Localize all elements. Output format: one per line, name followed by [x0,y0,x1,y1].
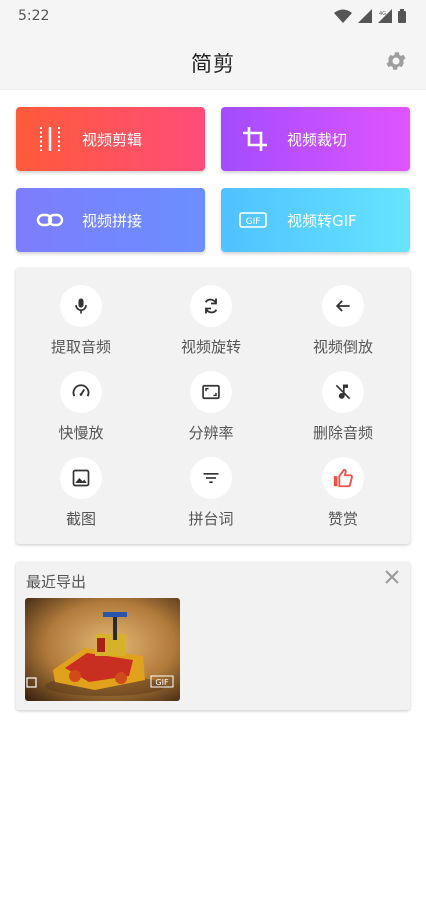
gear-icon[interactable] [384,49,408,73]
video-to-gif-button[interactable]: GIF 视频转GIF [221,188,410,252]
gif-icon: GIF [239,212,267,228]
aspect-ratio-icon [202,384,220,400]
app-bar: 简剪 [0,34,426,90]
tool-screenshot[interactable]: 截图 [16,440,146,528]
tool-label: 拼台词 [188,510,234,528]
signal-4g-icon: 4G [378,9,392,23]
wifi-icon [334,9,352,23]
filter-lines-icon [203,473,219,483]
arrow-left-icon [335,300,350,312]
tool-resolution[interactable]: 分辨率 [146,354,276,442]
rotate-icon [204,298,218,314]
video-join-button[interactable]: 视频拼接 [16,188,205,252]
tool-label: 赞赏 [327,510,358,528]
crop-icon [243,127,267,151]
tool-subtitles[interactable]: 拼台词 [146,440,276,528]
video-crop-button[interactable]: 视频裁切 [221,107,410,171]
recent-exports-title: 最近导出 [26,573,87,591]
close-icon[interactable] [384,569,400,585]
svg-text:4G: 4G [379,11,386,17]
mic-icon [75,298,87,314]
battery-icon [398,9,406,23]
music-off-icon [335,384,351,400]
link-icon [36,213,64,227]
gif-thumbnail-image: GIF [25,598,180,701]
speedometer-icon [72,384,90,397]
thumbs-up-icon [333,468,353,488]
video-edit-button[interactable]: 视频剪辑 [16,107,205,171]
signal-icon [358,9,372,23]
tool-speed[interactable]: 快慢放 [16,354,146,442]
image-icon [72,469,90,487]
video-edit-label: 视频剪辑 [82,131,143,149]
tool-rotate[interactable]: 视频旋转 [146,268,276,356]
tool-remove-audio[interactable]: 删除音频 [278,354,408,442]
tools-panel: 提取音频 视频旋转 视频倒放 快慢放 分辨率 删除音频 截图 拼台词 赞赏 [16,268,410,544]
status-time: 5:22 [18,8,50,24]
film-strip-icon [40,127,60,151]
tool-reverse[interactable]: 视频倒放 [278,268,408,356]
recent-export-thumbnail[interactable]: GIF [25,598,180,701]
status-bar: 5:22 4G [0,0,426,34]
tool-label: 截图 [65,510,96,528]
gif-badge: GIF [155,678,169,687]
tool-extract-audio[interactable]: 提取音频 [16,268,146,356]
svg-text:GIF: GIF [246,217,261,227]
video-crop-label: 视频裁切 [287,131,348,149]
app-title: 简剪 [191,52,235,76]
tool-donate[interactable]: 赞赏 [278,440,408,528]
video-join-label: 视频拼接 [82,212,143,230]
recent-exports-panel: 最近导出 GIF [16,562,410,710]
status-icons: 4G [334,9,406,23]
video-to-gif-label: 视频转GIF [287,212,357,230]
